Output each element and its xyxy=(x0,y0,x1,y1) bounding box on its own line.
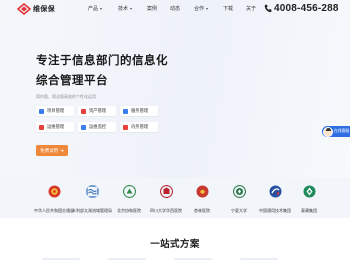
partner-name: 泰康集团 xyxy=(301,208,317,213)
hero-title-line2: 综合管理平台 xyxy=(36,75,108,87)
solution-tab-placeholder[interactable] xyxy=(240,258,278,260)
partner-name: 杏林医院 xyxy=(194,208,210,213)
partner-name: 水利部太湖流域管理局 xyxy=(72,208,112,213)
service-icon xyxy=(123,108,128,114)
university-logo-icon xyxy=(232,184,246,199)
partner-name: 宁夏大学 xyxy=(231,208,247,213)
internal-icon xyxy=(123,124,128,130)
brand-logo-icon xyxy=(17,3,31,15)
hero-subtitle: 简约版，简洁版高效的个性化运用 xyxy=(36,94,96,99)
hotline-number[interactable]: 4008-456-288 xyxy=(274,3,339,14)
solution-tab-placeholder[interactable] xyxy=(108,258,146,260)
partner-item[interactable]: 杏林医院 xyxy=(182,185,222,213)
feature-project[interactable]: 项目管理 xyxy=(36,106,74,116)
ops-icon xyxy=(39,124,44,130)
university-hospital-logo-icon xyxy=(159,184,173,199)
hero-title-line1: 专注于信息部门的信息化 xyxy=(36,55,168,67)
top-navbar: 维保保 产品 技术 案例 动态 合作 下载 关于 4008-456-288 xyxy=(0,0,350,18)
solution-tab-placeholder[interactable] xyxy=(42,258,80,260)
feature-label: 内务管理 xyxy=(131,124,149,129)
free-trial-button[interactable]: 免费试用 ➜ xyxy=(36,145,68,156)
monitor-icon xyxy=(81,124,86,130)
support-avatar-icon xyxy=(322,126,333,137)
partner-item[interactable]: 泰康集团 xyxy=(289,185,329,213)
chevron-down-icon xyxy=(130,7,133,10)
brand-logo[interactable]: 维保保 xyxy=(17,3,55,15)
partner-item[interactable]: 中华人民共和国交通部 xyxy=(34,185,74,213)
brand-name: 维保保 xyxy=(33,6,55,13)
feature-label: 资产管理 xyxy=(89,108,107,113)
feature-label: 运维管理 xyxy=(47,124,65,129)
partner-name: 中华人民共和国交通部 xyxy=(34,208,74,213)
feature-label: 项目管理 xyxy=(47,108,65,113)
nav-news[interactable]: 动态 xyxy=(170,5,180,12)
water-authority-logo-icon xyxy=(85,185,99,198)
feature-label: 服务管理 xyxy=(131,108,149,113)
nav-cooperation[interactable]: 合作 xyxy=(194,5,209,12)
nav-products[interactable]: 产品 xyxy=(88,5,103,12)
online-support-button[interactable]: 在线客服 xyxy=(322,126,350,137)
partner-name: 中国通用技术集团 xyxy=(259,208,291,213)
hospital-logo-icon xyxy=(122,184,136,199)
chevron-down-icon xyxy=(206,7,209,10)
project-icon xyxy=(39,108,44,114)
nav-cases[interactable]: 案例 xyxy=(147,5,157,12)
feature-asset[interactable]: 资产管理 xyxy=(78,106,116,116)
emblem-icon xyxy=(48,185,60,198)
arrow-right-icon: ➜ xyxy=(60,147,64,153)
solutions-section-title: 一站式方案 xyxy=(150,239,200,250)
nav-label: 产品 xyxy=(88,6,99,12)
insurance-group-logo-icon xyxy=(303,185,315,198)
partner-item[interactable]: 宁夏大学 xyxy=(219,184,259,213)
partner-name: 四川大学华西医院 xyxy=(150,208,182,213)
support-label: 在线客服 xyxy=(334,129,350,133)
solution-tab-placeholder[interactable] xyxy=(174,258,212,260)
nav-about[interactable]: 关于 xyxy=(246,5,256,12)
partner-item[interactable]: 水利部太湖流域管理局 xyxy=(72,185,112,213)
technology-group-logo-icon xyxy=(269,185,281,198)
phone-icon xyxy=(264,4,272,13)
feature-ops[interactable]: 运维管理 xyxy=(36,122,74,132)
nav-label: 案例 xyxy=(147,6,158,12)
asset-icon xyxy=(81,108,86,114)
nav-label: 关于 xyxy=(246,6,257,12)
chevron-down-icon xyxy=(100,7,103,10)
feature-label: 运维监控 xyxy=(89,124,107,129)
nav-label: 下载 xyxy=(223,6,234,12)
partner-item[interactable]: 北京协和医院 xyxy=(109,184,149,213)
feature-monitor[interactable]: 运维监控 xyxy=(78,122,116,132)
free-trial-label: 免费试用 xyxy=(40,147,59,153)
partner-name: 北京协和医院 xyxy=(117,208,141,213)
nav-tech[interactable]: 技术 xyxy=(118,5,133,12)
nav-download[interactable]: 下载 xyxy=(223,5,233,12)
partner-item[interactable]: 四川大学华西医院 xyxy=(146,184,186,213)
feature-internal[interactable]: 内务管理 xyxy=(120,122,158,132)
clinic-logo-icon xyxy=(196,185,208,198)
nav-label: 动态 xyxy=(170,6,181,12)
feature-service[interactable]: 服务管理 xyxy=(120,106,158,116)
nav-label: 技术 xyxy=(118,6,129,12)
nav-label: 合作 xyxy=(194,6,205,12)
